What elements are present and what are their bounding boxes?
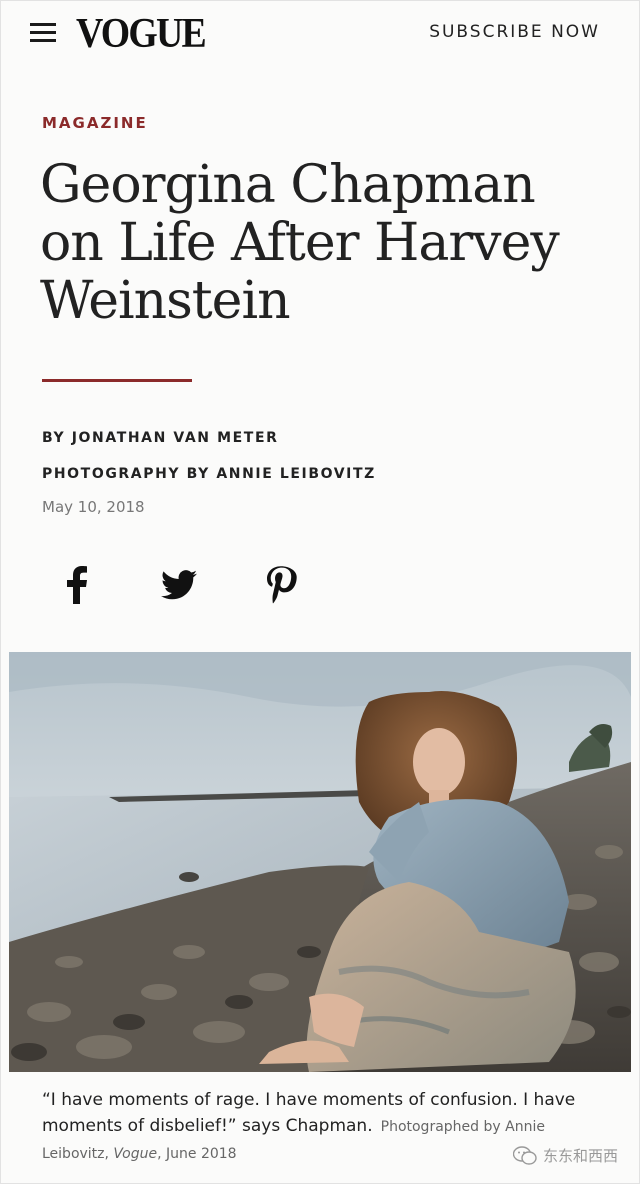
watermark-text: 东东和西西 xyxy=(542,1147,618,1165)
subscribe-button[interactable]: SUBSCRIBE NOW xyxy=(429,22,600,42)
vogue-logo[interactable]: VOGUE xyxy=(76,12,207,56)
twitter-icon xyxy=(161,570,197,600)
pinterest-icon xyxy=(267,566,297,604)
twitter-share-button[interactable] xyxy=(154,560,204,610)
credit-publication: Vogue xyxy=(113,1146,158,1162)
author-byline[interactable]: BY JONATHAN VAN METER xyxy=(42,430,278,446)
title-divider xyxy=(42,379,192,382)
menu-icon[interactable] xyxy=(30,23,56,43)
facebook-share-button[interactable] xyxy=(52,560,102,610)
article-title: Georgina Chapman on Life After Harvey We… xyxy=(40,155,560,331)
hero-photo xyxy=(9,652,631,1072)
photographer-byline[interactable]: PHOTOGRAPHY BY ANNIE LEIBOVITZ xyxy=(42,466,376,482)
publish-date: May 10, 2018 xyxy=(42,498,145,516)
article-category[interactable]: MAGAZINE xyxy=(42,114,148,132)
wechat-icon xyxy=(512,1145,537,1165)
facebook-icon xyxy=(67,566,87,604)
credit-suffix: , June 2018 xyxy=(157,1146,237,1162)
site-header: VOGUE SUBSCRIBE NOW xyxy=(0,0,640,70)
wechat-watermark: 东东和西西 xyxy=(512,1145,618,1166)
pinterest-share-button[interactable] xyxy=(257,560,307,610)
